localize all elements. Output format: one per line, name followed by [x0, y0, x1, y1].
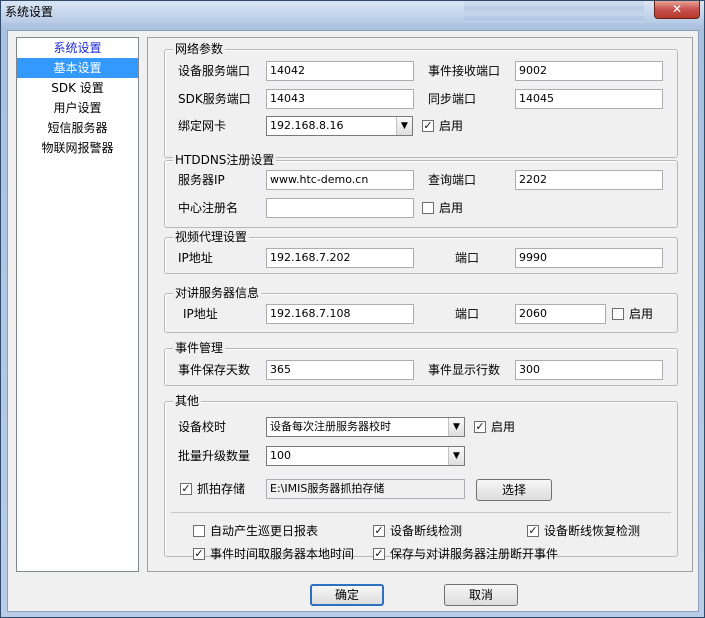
events-group: 事件管理 事件保存天数 365 事件显示行数 300	[164, 341, 678, 386]
intercom-enable-checkbox[interactable]	[612, 308, 624, 320]
chevron-down-icon[interactable]: ▼	[448, 447, 464, 465]
center-name-input[interactable]	[266, 198, 414, 218]
nic-enable-label: 启用	[439, 119, 464, 133]
intercom-ip-label: IP地址	[183, 307, 218, 321]
intercom-port-label: 端口	[455, 307, 480, 321]
nic-label: 绑定网卡	[178, 119, 227, 133]
device-port-label: 设备服务端口	[178, 64, 251, 78]
dialog-client: 系统设置 基本设置 SDK 设置 用户设置 短信服务器 物联网报警器 网络参数 …	[7, 30, 699, 612]
video-proxy-legend: 视频代理设置	[173, 230, 250, 244]
reconnect-detect-checkbox[interactable]: ✓	[527, 525, 539, 537]
intercom-event-checkbox[interactable]: ✓	[373, 548, 385, 560]
nav-item-user-settings[interactable]: 用户设置	[17, 98, 138, 118]
intercom-port-input[interactable]: 2060	[515, 304, 606, 324]
event-save-days-label: 事件保存天数	[178, 363, 251, 377]
sync-port-input[interactable]: 14045	[515, 89, 663, 109]
sdk-port-label: SDK服务端口	[178, 92, 251, 106]
local-time-checkbox[interactable]: ✓	[193, 548, 205, 560]
capture-storage-label: 抓拍存储	[197, 482, 246, 496]
nic-select[interactable]: 192.168.8.16 ▼	[266, 116, 413, 136]
intercom-ip-input[interactable]: 192.168.7.108	[266, 304, 414, 324]
auto-report-checkbox[interactable]	[193, 525, 205, 537]
video-proxy-group: 视频代理设置 IP地址 192.168.7.202 端口 9990	[164, 230, 678, 274]
sync-port-label: 同步端口	[428, 92, 477, 106]
center-name-label: 中心注册名	[178, 201, 239, 215]
htddns-enable-checkbox[interactable]	[422, 202, 434, 214]
server-ip-input[interactable]: www.htc-demo.cn	[266, 170, 414, 190]
choose-path-button[interactable]: 选择	[476, 479, 552, 501]
event-save-days-input[interactable]: 365	[266, 360, 414, 380]
ok-button[interactable]: 确定	[310, 584, 384, 606]
query-port-input[interactable]: 2202	[515, 170, 663, 190]
batch-upgrade-select-value: 100	[270, 449, 291, 462]
title-bar[interactable]: 系统设置 ✕	[1, 1, 704, 23]
settings-nav-list: 系统设置 基本设置 SDK 设置 用户设置 短信服务器 物联网报警器	[16, 37, 139, 572]
disconnect-detect-checkbox[interactable]: ✓	[373, 525, 385, 537]
cancel-button[interactable]: 取消	[444, 584, 518, 606]
time-sync-label: 设备校时	[178, 420, 227, 434]
network-group: 网络参数 设备服务端口 14042 事件接收端口 9002 SDK服务端口 14…	[164, 42, 678, 158]
events-legend: 事件管理	[173, 341, 226, 355]
video-proxy-port-input[interactable]: 9990	[515, 248, 663, 268]
htddns-group: HTDDNS注册设置 服务器IP www.htc-demo.cn 查询端口 22…	[164, 153, 678, 228]
query-port-label: 查询端口	[428, 173, 477, 187]
auto-report-label: 自动产生巡更日报表	[210, 524, 319, 538]
time-sync-enable-label: 启用	[491, 420, 516, 434]
chevron-down-icon[interactable]: ▼	[448, 418, 464, 436]
intercom-enable-label: 启用	[629, 307, 654, 321]
nav-item-sms-server[interactable]: 短信服务器	[17, 118, 138, 138]
time-sync-select-value: 设备每次注册服务器校时	[270, 420, 391, 433]
nic-select-value: 192.168.8.16	[270, 119, 344, 132]
other-divider	[171, 512, 671, 513]
batch-upgrade-select[interactable]: 100 ▼	[266, 446, 465, 466]
window-title: 系统设置	[5, 5, 54, 19]
htddns-legend: HTDDNS注册设置	[173, 153, 277, 167]
htddns-enable-label: 启用	[439, 201, 464, 215]
event-port-label: 事件接收端口	[428, 64, 501, 78]
nav-item-iot-alarm[interactable]: 物联网报警器	[17, 138, 138, 158]
sdk-port-input[interactable]: 14043	[266, 89, 414, 109]
intercom-event-label: 保存与对讲服务器注册断开事件	[390, 547, 559, 561]
event-port-input[interactable]: 9002	[515, 61, 663, 81]
network-legend: 网络参数	[173, 42, 226, 56]
nav-item-basic-settings[interactable]: 基本设置	[17, 58, 138, 78]
event-rows-label: 事件显示行数	[428, 363, 501, 377]
intercom-legend: 对讲服务器信息	[173, 286, 262, 300]
time-sync-enable-checkbox[interactable]: ✓	[474, 421, 486, 433]
device-port-input[interactable]: 14042	[266, 61, 414, 81]
reconnect-detect-label: 设备断线恢复检测	[544, 524, 641, 538]
capture-storage-checkbox[interactable]: ✓	[180, 483, 192, 495]
nav-item-sdk-settings[interactable]: SDK 设置	[17, 78, 138, 98]
close-icon[interactable]: ✕	[654, 1, 700, 19]
settings-panel: 网络参数 设备服务端口 14042 事件接收端口 9002 SDK服务端口 14…	[147, 37, 693, 572]
server-ip-label: 服务器IP	[178, 173, 225, 187]
video-proxy-ip-label: IP地址	[178, 251, 213, 265]
local-time-label: 事件时间取服务器本地时间	[210, 547, 355, 561]
nav-item-system-settings[interactable]: 系统设置	[17, 38, 138, 58]
video-proxy-port-label: 端口	[455, 251, 480, 265]
time-sync-select[interactable]: 设备每次注册服务器校时 ▼	[266, 417, 465, 437]
batch-upgrade-label: 批量升级数量	[178, 449, 251, 463]
title-bar-decoration	[464, 1, 644, 23]
capture-path-input[interactable]: E:\IMIS服务器抓拍存储	[266, 479, 465, 499]
video-proxy-ip-input[interactable]: 192.168.7.202	[266, 248, 414, 268]
disconnect-detect-label: 设备断线检测	[390, 524, 463, 538]
nic-enable-checkbox[interactable]: ✓	[422, 120, 434, 132]
intercom-group: 对讲服务器信息 IP地址 192.168.7.108 端口 2060 启用	[164, 286, 678, 333]
settings-window: 系统设置 ✕ 系统设置 基本设置 SDK 设置 用户设置 短信服务器 物联网报警…	[0, 0, 705, 618]
chevron-down-icon[interactable]: ▼	[396, 117, 412, 135]
other-legend: 其他	[173, 394, 202, 408]
event-rows-input[interactable]: 300	[515, 360, 663, 380]
